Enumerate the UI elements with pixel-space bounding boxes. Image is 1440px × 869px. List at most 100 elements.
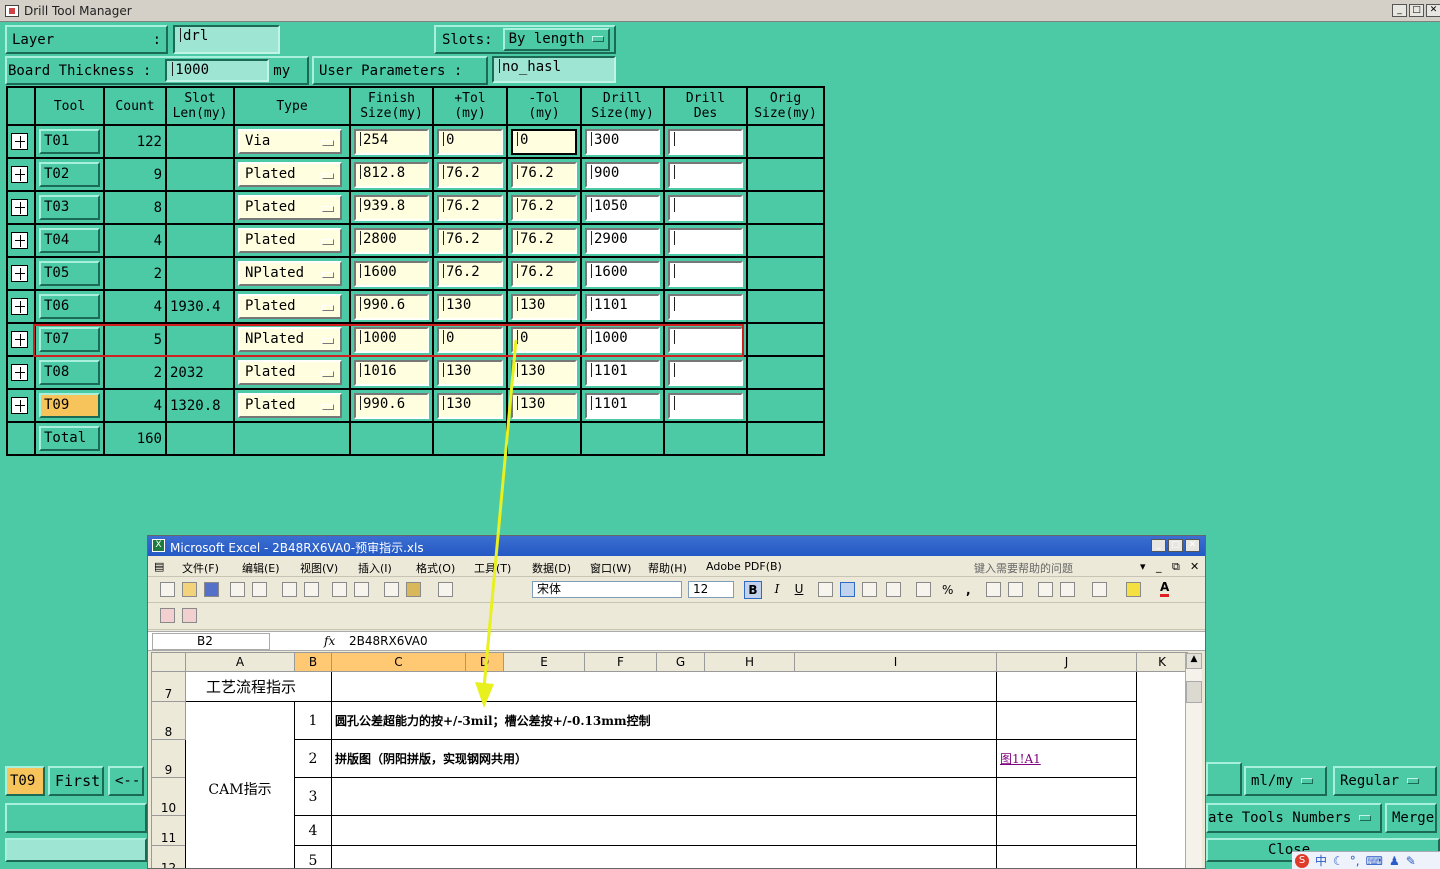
item-link[interactable]: 图1!A1: [996, 739, 1137, 778]
paste-icon[interactable]: [406, 582, 421, 597]
expand-plus-icon[interactable]: [11, 232, 28, 249]
row-header[interactable]: 9: [151, 739, 186, 778]
tool-button[interactable]: T02: [39, 162, 100, 187]
column-header[interactable]: I: [794, 652, 997, 672]
slots-dropdown[interactable]: By length: [502, 28, 611, 51]
percent-button[interactable]: %: [942, 583, 953, 597]
minimize-icon[interactable]: _: [1151, 539, 1166, 552]
plus-tol-input[interactable]: 130: [437, 392, 503, 419]
expand-plus-icon[interactable]: [11, 364, 28, 381]
close-icon[interactable]: ✕: [1185, 539, 1200, 552]
plus-tol-input[interactable]: 0: [437, 128, 503, 155]
row-header[interactable]: 10: [151, 777, 186, 816]
open-icon[interactable]: [182, 582, 197, 597]
maximize-icon[interactable]: □: [1409, 4, 1424, 17]
decrease-indent-icon[interactable]: [1038, 582, 1053, 597]
minimize-icon[interactable]: _: [1392, 4, 1407, 17]
tool-button[interactable]: T04: [39, 228, 100, 253]
sheet-cell[interactable]: [1137, 778, 1188, 816]
sheet-cell[interactable]: [1137, 816, 1188, 846]
tool-button[interactable]: T01: [39, 129, 100, 154]
increase-decimal-icon[interactable]: [986, 582, 1001, 597]
expand-plus-icon[interactable]: [11, 199, 28, 216]
type-dropdown[interactable]: Plated: [238, 228, 342, 253]
drill-size-input[interactable]: 1101: [585, 359, 660, 386]
spelling-icon[interactable]: [304, 582, 319, 597]
plus-tol-input[interactable]: 76.2: [437, 227, 503, 254]
thickness-input[interactable]: 1000: [165, 59, 270, 82]
new-icon[interactable]: [160, 582, 175, 597]
plus-tol-input[interactable]: 76.2: [437, 194, 503, 221]
plus-tol-input[interactable]: 76.2: [437, 260, 503, 287]
decrease-decimal-icon[interactable]: [1008, 582, 1023, 597]
doc-restore-icon[interactable]: ⧉: [1172, 560, 1180, 574]
column-header[interactable]: E: [503, 652, 585, 672]
keyboard-icon[interactable]: ⌨: [1366, 854, 1383, 868]
menu-edit[interactable]: 编辑(E): [242, 560, 280, 576]
finish-size-input[interactable]: 990.6: [354, 293, 429, 320]
pdf-convert-icon[interactable]: [160, 608, 175, 623]
plus-tol-input[interactable]: 130: [437, 359, 503, 386]
item-number[interactable]: 2: [294, 739, 332, 778]
row-header[interactable]: 11: [151, 815, 186, 846]
save-icon[interactable]: [204, 582, 219, 597]
print-icon[interactable]: [252, 582, 267, 597]
item-link[interactable]: [996, 815, 1137, 846]
moon-icon[interactable]: ☾: [1333, 854, 1344, 868]
increase-indent-icon[interactable]: [1060, 582, 1075, 597]
align-center-icon[interactable]: [840, 582, 855, 597]
expand-plus-icon[interactable]: [11, 133, 28, 150]
finish-size-input[interactable]: 254: [354, 128, 429, 155]
column-header[interactable]: C: [331, 652, 466, 672]
type-dropdown[interactable]: Plated: [238, 162, 342, 187]
item-number[interactable]: 4: [294, 815, 332, 846]
minus-tol-input[interactable]: 76.2: [511, 227, 577, 254]
tool-button[interactable]: T08: [39, 360, 100, 385]
units-dropdown[interactable]: ml/my: [1244, 766, 1327, 796]
minus-tol-input[interactable]: 76.2: [511, 260, 577, 287]
column-header[interactable]: A: [185, 652, 295, 672]
sheet-cell[interactable]: [331, 671, 997, 702]
drill-size-input[interactable]: 1600: [585, 260, 660, 287]
drill-size-input[interactable]: 1101: [585, 392, 660, 419]
menu-data[interactable]: 数据(D): [532, 560, 571, 576]
maximize-icon[interactable]: □: [1168, 539, 1183, 552]
underline-button[interactable]: U: [790, 581, 808, 599]
tool-button[interactable]: T06: [39, 294, 100, 319]
finish-size-input[interactable]: 1600: [354, 260, 429, 287]
tool-button[interactable]: T03: [39, 195, 100, 220]
currency-icon[interactable]: [916, 582, 931, 597]
type-dropdown[interactable]: Plated: [238, 360, 342, 385]
research-icon[interactable]: [332, 582, 347, 597]
minus-tol-input[interactable]: 130: [511, 359, 577, 386]
type-dropdown[interactable]: NPlated: [238, 261, 342, 286]
pdf-email-icon[interactable]: [182, 608, 197, 623]
ime-mode-label[interactable]: 中: [1315, 852, 1327, 869]
plus-tol-input[interactable]: 130: [437, 293, 503, 320]
item-text[interactable]: 圆孔公差超能力的按+/-3mil；槽公差按+/-0.13mm控制: [331, 701, 997, 740]
column-header[interactable]: K: [1136, 652, 1188, 672]
item-link[interactable]: [996, 701, 1137, 740]
type-dropdown[interactable]: Plated: [238, 195, 342, 220]
expand-plus-icon[interactable]: [11, 397, 28, 414]
expand-plus-icon[interactable]: [11, 298, 28, 315]
column-header[interactable]: D: [465, 652, 504, 672]
punct-icon[interactable]: °,: [1350, 854, 1360, 868]
menu-adobe-pdf[interactable]: Adobe PDF(B): [706, 560, 782, 573]
menu-view[interactable]: 视图(V): [300, 560, 338, 576]
sogou-ime-icon[interactable]: S: [1295, 853, 1309, 868]
vertical-scrollbar[interactable]: ▲: [1185, 653, 1202, 868]
minus-tol-input[interactable]: 130: [511, 293, 577, 320]
item-number[interactable]: 3: [294, 777, 332, 816]
menu-format[interactable]: 格式(O): [416, 560, 455, 576]
drill-des-input[interactable]: [668, 161, 743, 188]
comma-button[interactable]: ,: [966, 583, 971, 597]
sheet-cell[interactable]: [1137, 702, 1188, 740]
minus-tol-input[interactable]: 130: [511, 392, 577, 419]
style-dropdown[interactable]: Regular: [1333, 766, 1437, 796]
align-right-icon[interactable]: [862, 582, 877, 597]
help-dropdown-icon[interactable]: ▾: [1140, 560, 1146, 573]
tool-button[interactable]: T05: [39, 261, 100, 286]
finish-size-input[interactable]: 812.8: [354, 161, 429, 188]
doc-minimize-icon[interactable]: _: [1156, 560, 1162, 573]
